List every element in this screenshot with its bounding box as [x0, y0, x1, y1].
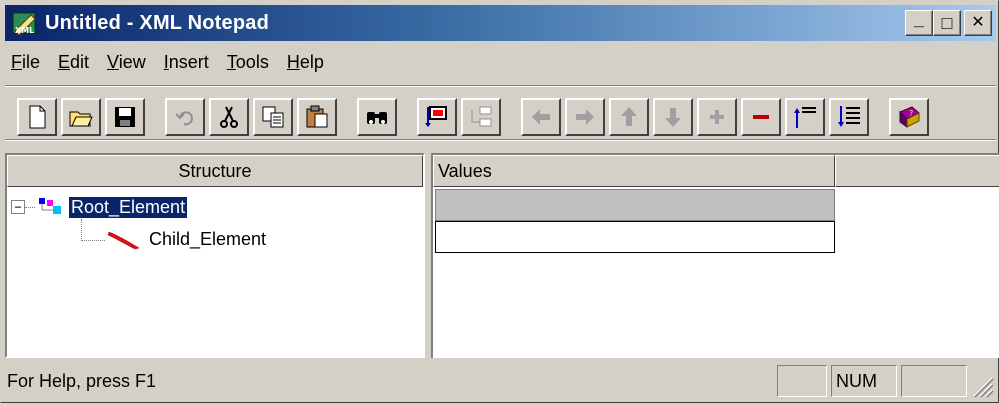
arrow-right-icon	[576, 109, 594, 125]
tree-node-label: Child_Element	[149, 228, 267, 249]
tree-node-root-element[interactable]: − Root_Element	[11, 193, 188, 221]
move-right-button[interactable]	[565, 98, 605, 136]
minimize-icon: _	[913, 9, 924, 29]
arrow-down-icon	[665, 108, 681, 127]
menu-mnemonic: F	[11, 51, 22, 72]
resize-grip-icon[interactable]	[970, 374, 994, 398]
status-text: For Help, press F1	[7, 370, 157, 391]
xml-notepad-app-icon[interactable]: XML	[11, 9, 39, 37]
minus-icon	[753, 115, 769, 119]
status-panel-num: NUM	[831, 365, 897, 397]
binoculars-icon	[367, 112, 387, 124]
new-file-icon	[29, 105, 46, 129]
undo-icon	[175, 111, 193, 126]
structure-pane[interactable]: Structure − Root_Element Child_Element	[5, 153, 425, 358]
maximize-icon: □	[941, 13, 953, 33]
menu-label-rest: ile	[22, 51, 41, 72]
expand-all-button[interactable]	[829, 98, 869, 136]
menu-label-rest: ools	[235, 51, 269, 72]
collapse-all-icon	[794, 107, 816, 128]
menu-view[interactable]: View	[98, 52, 155, 73]
structure-column-header[interactable]: Structure	[7, 155, 423, 187]
menu-tools[interactable]: Tools	[218, 52, 278, 73]
save-disk-icon	[115, 107, 135, 127]
menu-mnemonic: T	[226, 51, 236, 72]
arrow-left-icon	[532, 109, 550, 125]
svg-text:?: ?	[909, 109, 913, 118]
undo-button[interactable]	[165, 98, 205, 136]
menu-mnemonic: E	[58, 51, 71, 72]
toolbar: ?	[5, 85, 996, 141]
menu-bar: File Edit View Insert Tools Help	[5, 45, 333, 79]
new-document-button[interactable]	[17, 98, 57, 136]
move-left-button[interactable]	[521, 98, 561, 136]
help-book-button[interactable]: ?	[889, 98, 929, 136]
close-button[interactable]: ✕	[964, 10, 992, 36]
status-panel-scroll	[901, 365, 967, 397]
save-button[interactable]	[105, 98, 145, 136]
insert-element-button[interactable]	[417, 98, 457, 136]
maximize-button[interactable]: □	[933, 10, 961, 36]
cut-button[interactable]	[209, 98, 249, 136]
svg-text:XML: XML	[15, 26, 34, 35]
menu-edit[interactable]: Edit	[49, 52, 98, 73]
window-title: Untitled - XML Notepad	[45, 11, 270, 34]
values-pane[interactable]: Values	[431, 153, 999, 358]
menu-label-rest: nsert	[168, 51, 209, 72]
copy-icon	[262, 106, 284, 128]
menu-label-rest: elp	[299, 51, 324, 72]
status-panel-caps	[777, 365, 827, 397]
element-node-icon	[39, 198, 61, 214]
menu-label-rest: iew	[118, 51, 146, 72]
copy-button[interactable]	[253, 98, 293, 136]
scissors-icon	[220, 106, 238, 128]
minimize-button[interactable]: _	[905, 10, 933, 36]
move-up-button[interactable]	[609, 98, 649, 136]
menu-insert[interactable]: Insert	[155, 52, 218, 73]
text-node-feather-icon	[107, 231, 140, 250]
help-book-icon: ?	[899, 106, 920, 128]
plus-icon	[710, 110, 724, 124]
paste-icon	[306, 105, 328, 128]
empty-column-header[interactable]	[835, 155, 999, 187]
value-cell[interactable]	[435, 221, 835, 253]
menu-mnemonic: V	[107, 51, 119, 72]
insert-child-button[interactable]	[461, 98, 501, 136]
insert-element-icon	[425, 106, 447, 127]
tree-node-label: Root_Element	[69, 196, 188, 218]
paste-button[interactable]	[297, 98, 337, 136]
open-button[interactable]	[61, 98, 101, 136]
application-window: XML Untitled - XML Notepad _ □ ✕ File Edi…	[0, 0, 999, 403]
title-bar[interactable]: XML Untitled - XML Notepad _ □ ✕	[5, 5, 996, 41]
collapse-toggle-icon[interactable]: −	[11, 200, 25, 214]
status-bar: For Help, press F1 NUM	[5, 362, 996, 400]
value-cell[interactable]	[435, 189, 835, 221]
menu-help[interactable]: Help	[278, 52, 333, 73]
expand-button[interactable]	[697, 98, 737, 136]
open-folder-icon	[69, 111, 93, 127]
find-button[interactable]	[357, 98, 397, 136]
tree-node-child-element[interactable]: Child_Element	[75, 225, 266, 253]
collapse-button[interactable]	[741, 98, 781, 136]
menu-mnemonic: H	[286, 51, 300, 72]
insert-child-icon	[471, 106, 492, 127]
menu-file[interactable]: File	[5, 52, 49, 73]
collapse-all-button[interactable]	[785, 98, 825, 136]
expand-all-icon	[838, 106, 860, 127]
move-down-button[interactable]	[653, 98, 693, 136]
menu-label-rest: dit	[70, 51, 90, 72]
arrow-up-icon	[621, 107, 637, 126]
values-column-header[interactable]: Values	[433, 155, 835, 187]
close-icon: ✕	[971, 14, 985, 31]
